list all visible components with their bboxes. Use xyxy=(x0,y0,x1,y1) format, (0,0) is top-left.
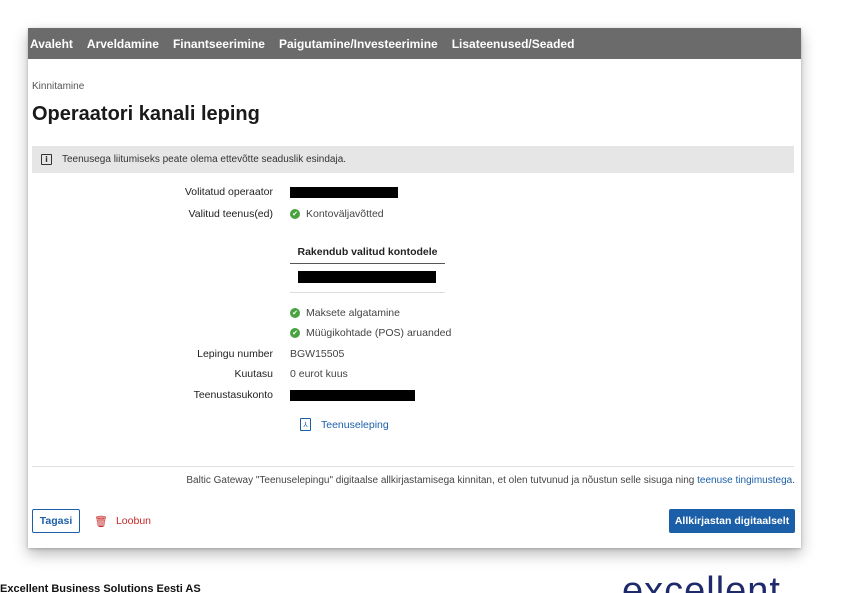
back-button[interactable]: Tagasi xyxy=(32,509,80,533)
monthly-fee: 0 eurot kuus xyxy=(290,368,348,380)
check-circle-icon: ✔ xyxy=(290,328,300,338)
section-divider xyxy=(32,466,794,467)
nav-item-paigutamine[interactable]: Paigutamine/Investeerimine xyxy=(279,37,438,51)
app-window: Avaleht Arveldamine Finantseerimine Paig… xyxy=(28,28,801,548)
company-logo: excellent xyxy=(622,570,781,593)
info-icon: i xyxy=(41,154,52,165)
consent-statement: Baltic Gateway "Teenuselepingu" digitaal… xyxy=(186,475,695,486)
redacted-account xyxy=(298,271,436,283)
accounts-table: Rakendub valitud kontodele xyxy=(290,241,445,293)
check-circle-icon: ✔ xyxy=(290,308,300,318)
page-title: Operaatori kanali leping xyxy=(32,103,260,125)
info-notice: i Teenusega liitumiseks peate olema ette… xyxy=(32,146,794,173)
accounts-divider xyxy=(290,292,445,293)
monthly-fee-label: Kuutasu xyxy=(234,368,273,380)
service-contract-link[interactable]: ⅄ Teenuseleping xyxy=(300,418,389,431)
cancel-button[interactable]: 🗑 Loobun xyxy=(94,509,151,533)
redacted-fee-account xyxy=(290,390,415,401)
service-statements-label: Kontoväljavõtted xyxy=(306,208,384,220)
operator-label: Volitatud operaator xyxy=(184,186,273,198)
top-navigation: Avaleht Arveldamine Finantseerimine Paig… xyxy=(28,28,801,59)
fee-account-label: Teenustasukonto xyxy=(193,389,273,401)
screenshot: Avaleht Arveldamine Finantseerimine Paig… xyxy=(0,0,851,593)
sign-digitally-button[interactable]: Allkirjastan digitaalselt xyxy=(669,509,795,533)
nav-item-finantseerimine[interactable]: Finantseerimine xyxy=(173,37,265,51)
services-label: Valitud teenus(ed) xyxy=(188,208,273,220)
service-item-pos: ✔ Müügikohtade (POS) aruanded xyxy=(290,327,451,339)
nav-item-avaleht[interactable]: Avaleht xyxy=(30,37,73,51)
cancel-label: Loobun xyxy=(115,515,152,527)
nav-item-lisateenused[interactable]: Lisateenused/Seaded xyxy=(452,37,575,51)
service-item-statements: ✔ Kontoväljavõtted xyxy=(290,208,384,220)
breadcrumb: Kinnitamine xyxy=(32,81,85,92)
service-item-payments: ✔ Maksete algatamine xyxy=(290,307,400,319)
contract-number: BGW15505 xyxy=(290,348,345,360)
footer-company-name: Excellent Business Solutions Eesti AS xyxy=(0,583,201,593)
pdf-icon: ⅄ xyxy=(300,418,311,431)
notice-text: Teenusega liitumiseks peate olema ettevõ… xyxy=(62,154,347,165)
terms-link[interactable]: teenuse tingimustega xyxy=(697,475,792,486)
consent-text: Baltic Gateway "Teenuselepingu" digitaal… xyxy=(186,475,795,486)
redacted-operator xyxy=(290,187,398,198)
service-contract-label: Teenuseleping xyxy=(321,418,389,431)
trash-icon: 🗑 xyxy=(94,514,108,528)
nav-item-arveldamine[interactable]: Arveldamine xyxy=(87,37,159,51)
check-circle-icon: ✔ xyxy=(290,209,300,219)
service-pos-label: Müügikohtade (POS) aruanded xyxy=(306,327,452,339)
service-payments-label: Maksete algatamine xyxy=(306,307,400,319)
accounts-header: Rakendub valitud kontodele xyxy=(290,241,445,264)
contract-number-label: Lepingu number xyxy=(197,348,273,360)
